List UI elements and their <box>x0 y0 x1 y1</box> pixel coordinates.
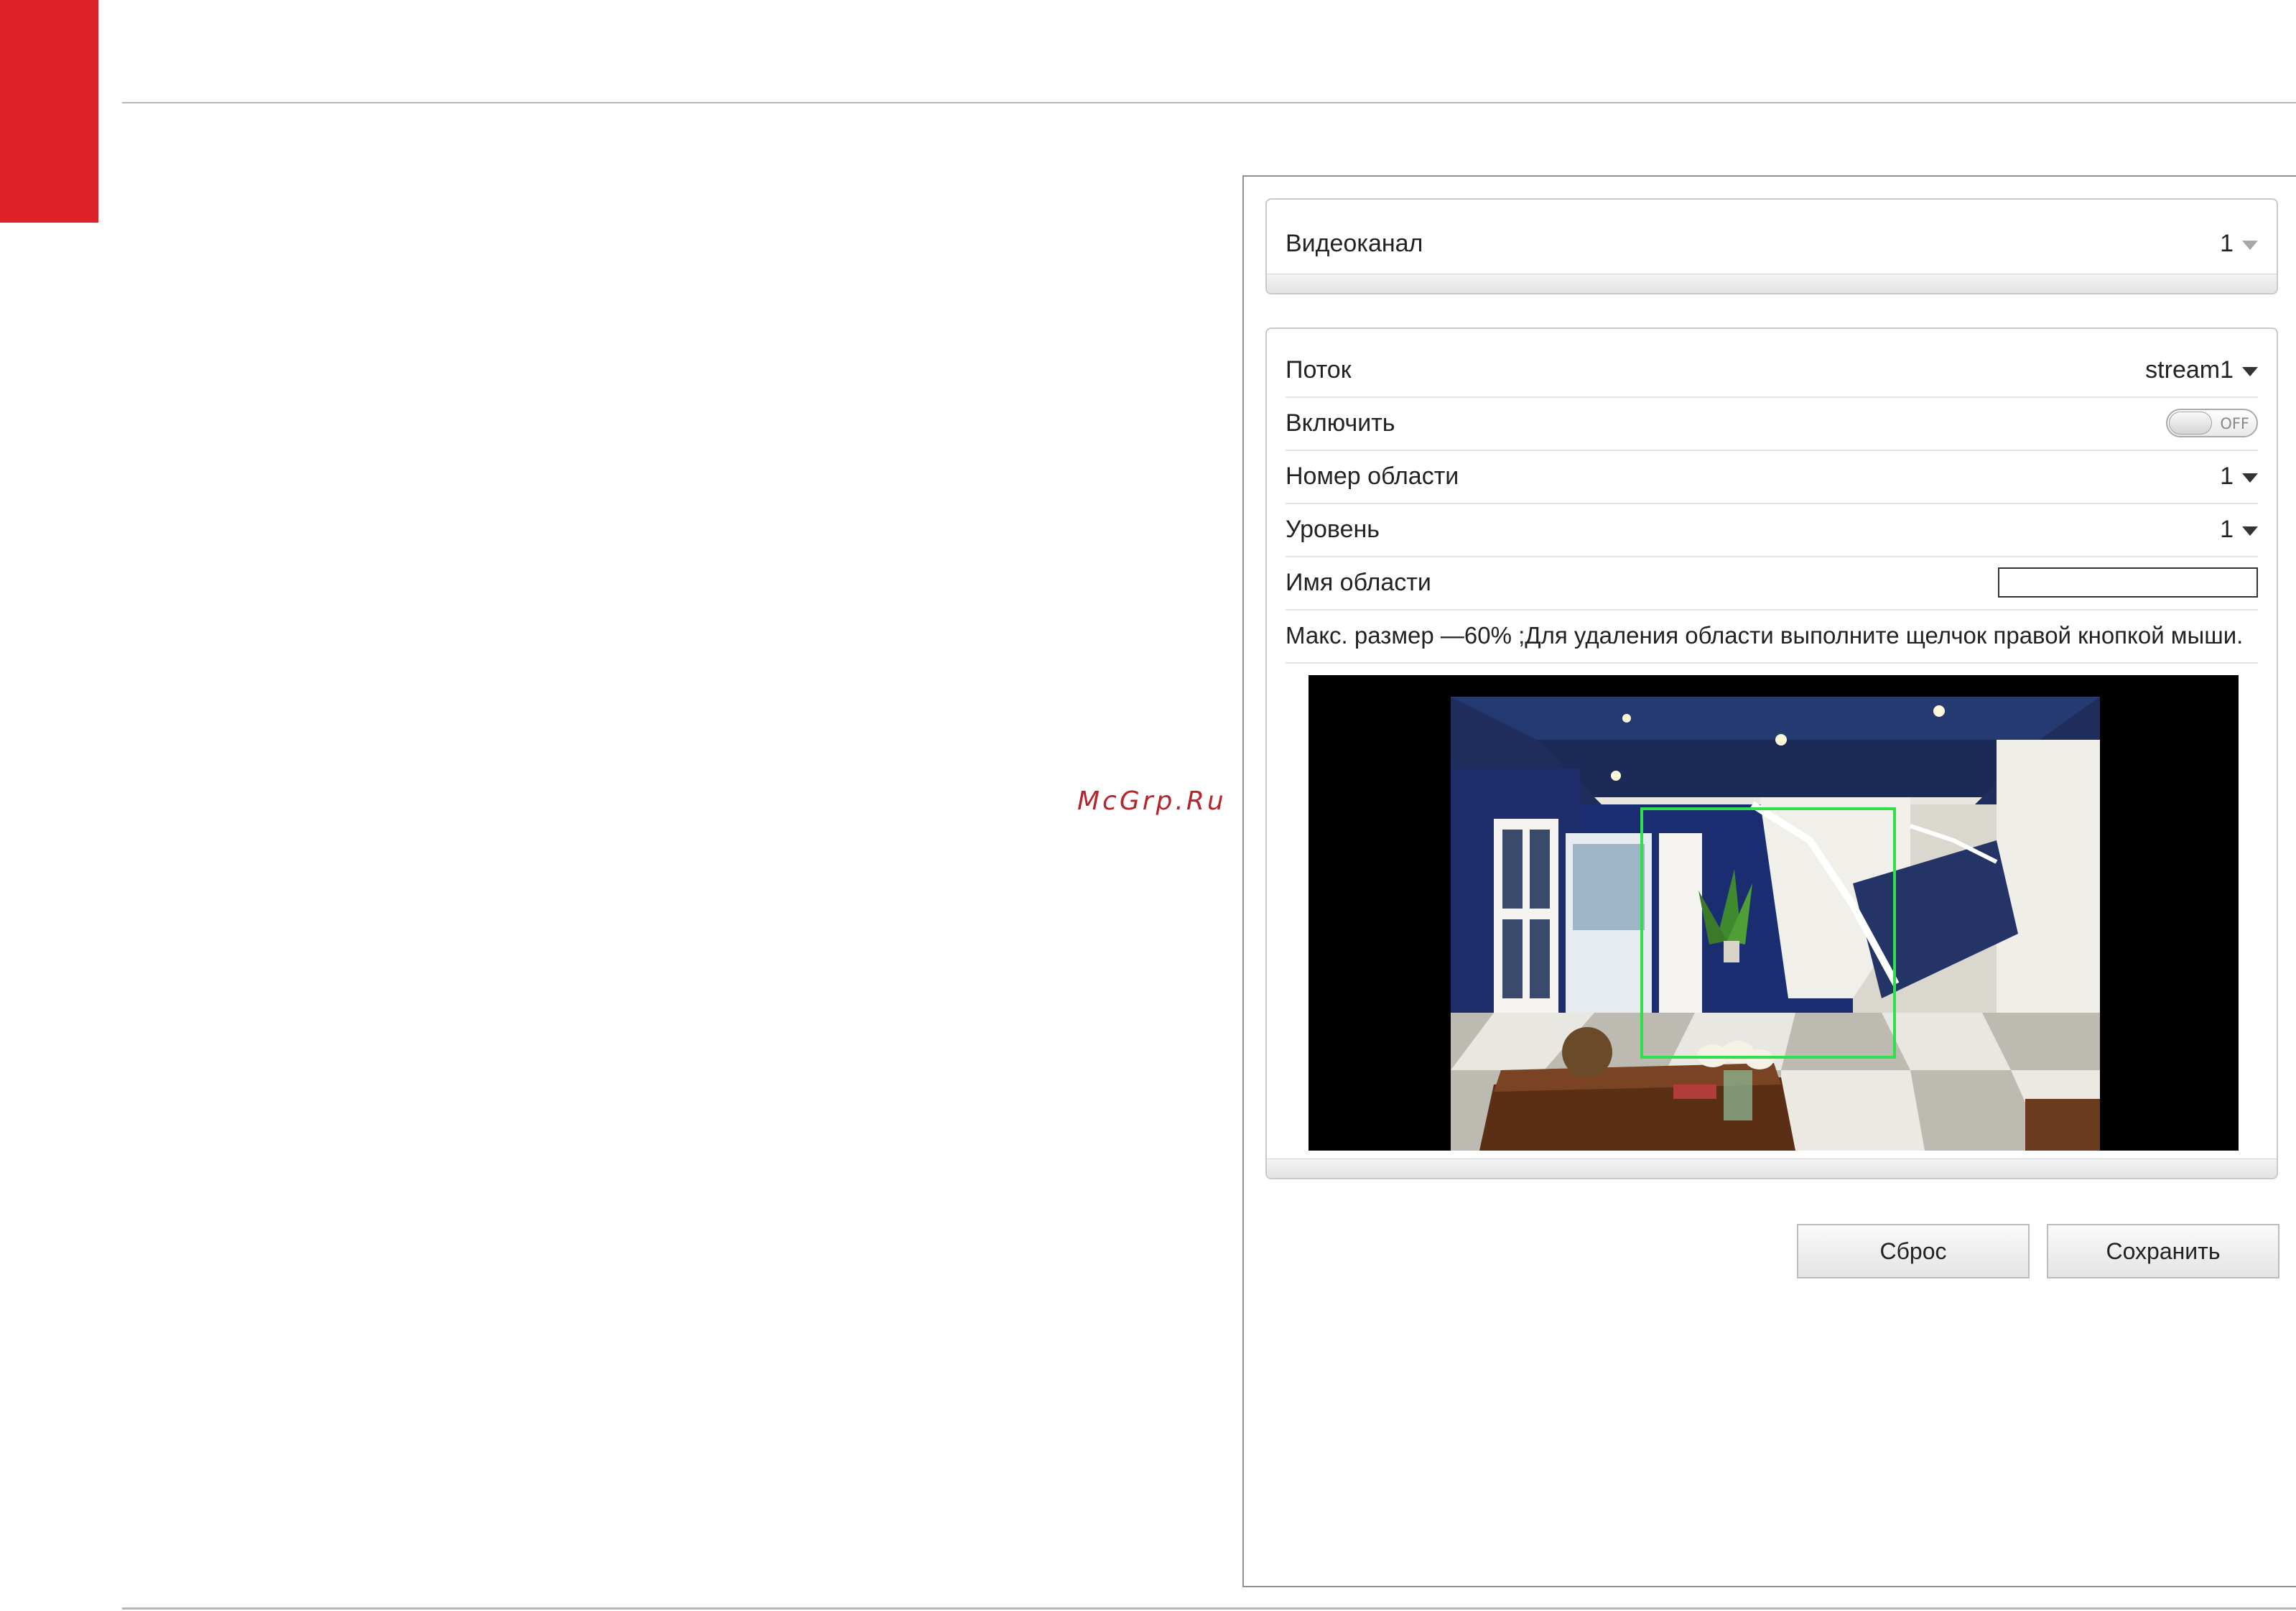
chevron-down-icon <box>2242 240 2258 250</box>
video-preview[interactable] <box>1309 675 2239 1151</box>
area-number-value: 1 <box>2220 462 2234 490</box>
footer-divider <box>122 1607 2296 1610</box>
stream-label: Поток <box>1286 356 1352 384</box>
video-channel-row: Видеоканал 1 <box>1286 217 2258 270</box>
panel-footer <box>1267 1159 2277 1178</box>
chevron-down-icon <box>2242 526 2258 536</box>
reset-button[interactable]: Сброс <box>1797 1224 2030 1278</box>
toggle-knob <box>2169 412 2212 435</box>
save-button[interactable]: Сохранить <box>2047 1224 2279 1278</box>
level-select[interactable]: 1 <box>2220 516 2258 544</box>
stream-value: stream1 <box>2145 356 2234 384</box>
toggle-state-label: OFF <box>2220 415 2249 432</box>
video-channel-select[interactable]: 1 <box>2220 230 2258 258</box>
enable-row: Включить OFF <box>1286 396 2258 451</box>
enable-label: Включить <box>1286 409 1395 437</box>
stream-select[interactable]: stream1 <box>2145 356 2258 384</box>
video-channel-panel: Видеоканал 1 <box>1265 198 2278 294</box>
area-number-select[interactable]: 1 <box>2220 463 2258 491</box>
area-name-input[interactable] <box>1998 567 2258 598</box>
note-row: Макс. размер —60% ;Для удаления области … <box>1286 609 2258 664</box>
chevron-down-icon <box>2242 366 2258 376</box>
stream-row: Поток stream1 <box>1286 343 2258 398</box>
chevron-down-icon <box>2242 473 2258 483</box>
area-number-row: Номер области 1 <box>1286 450 2258 504</box>
level-value: 1 <box>2220 515 2234 543</box>
camera-image <box>1451 697 2100 1151</box>
level-row: Уровень 1 <box>1286 503 2258 557</box>
header-divider <box>122 102 2296 103</box>
brand-tab <box>0 0 98 223</box>
motion-area-box[interactable] <box>1640 807 1896 1059</box>
area-name-label: Имя области <box>1286 568 1431 596</box>
area-name-row: Имя области <box>1286 556 2258 610</box>
video-channel-value: 1 <box>2220 229 2234 257</box>
area-size-note: Макс. размер —60% ;Для удаления области … <box>1286 622 2244 649</box>
watermark: McGrp.Ru <box>1077 786 1227 816</box>
area-number-label: Номер области <box>1286 462 1459 490</box>
video-channel-label: Видеоканал <box>1286 229 1423 257</box>
level-label: Уровень <box>1286 515 1380 543</box>
panel-footer <box>1267 274 2277 293</box>
enable-toggle[interactable]: OFF <box>2166 409 2258 437</box>
